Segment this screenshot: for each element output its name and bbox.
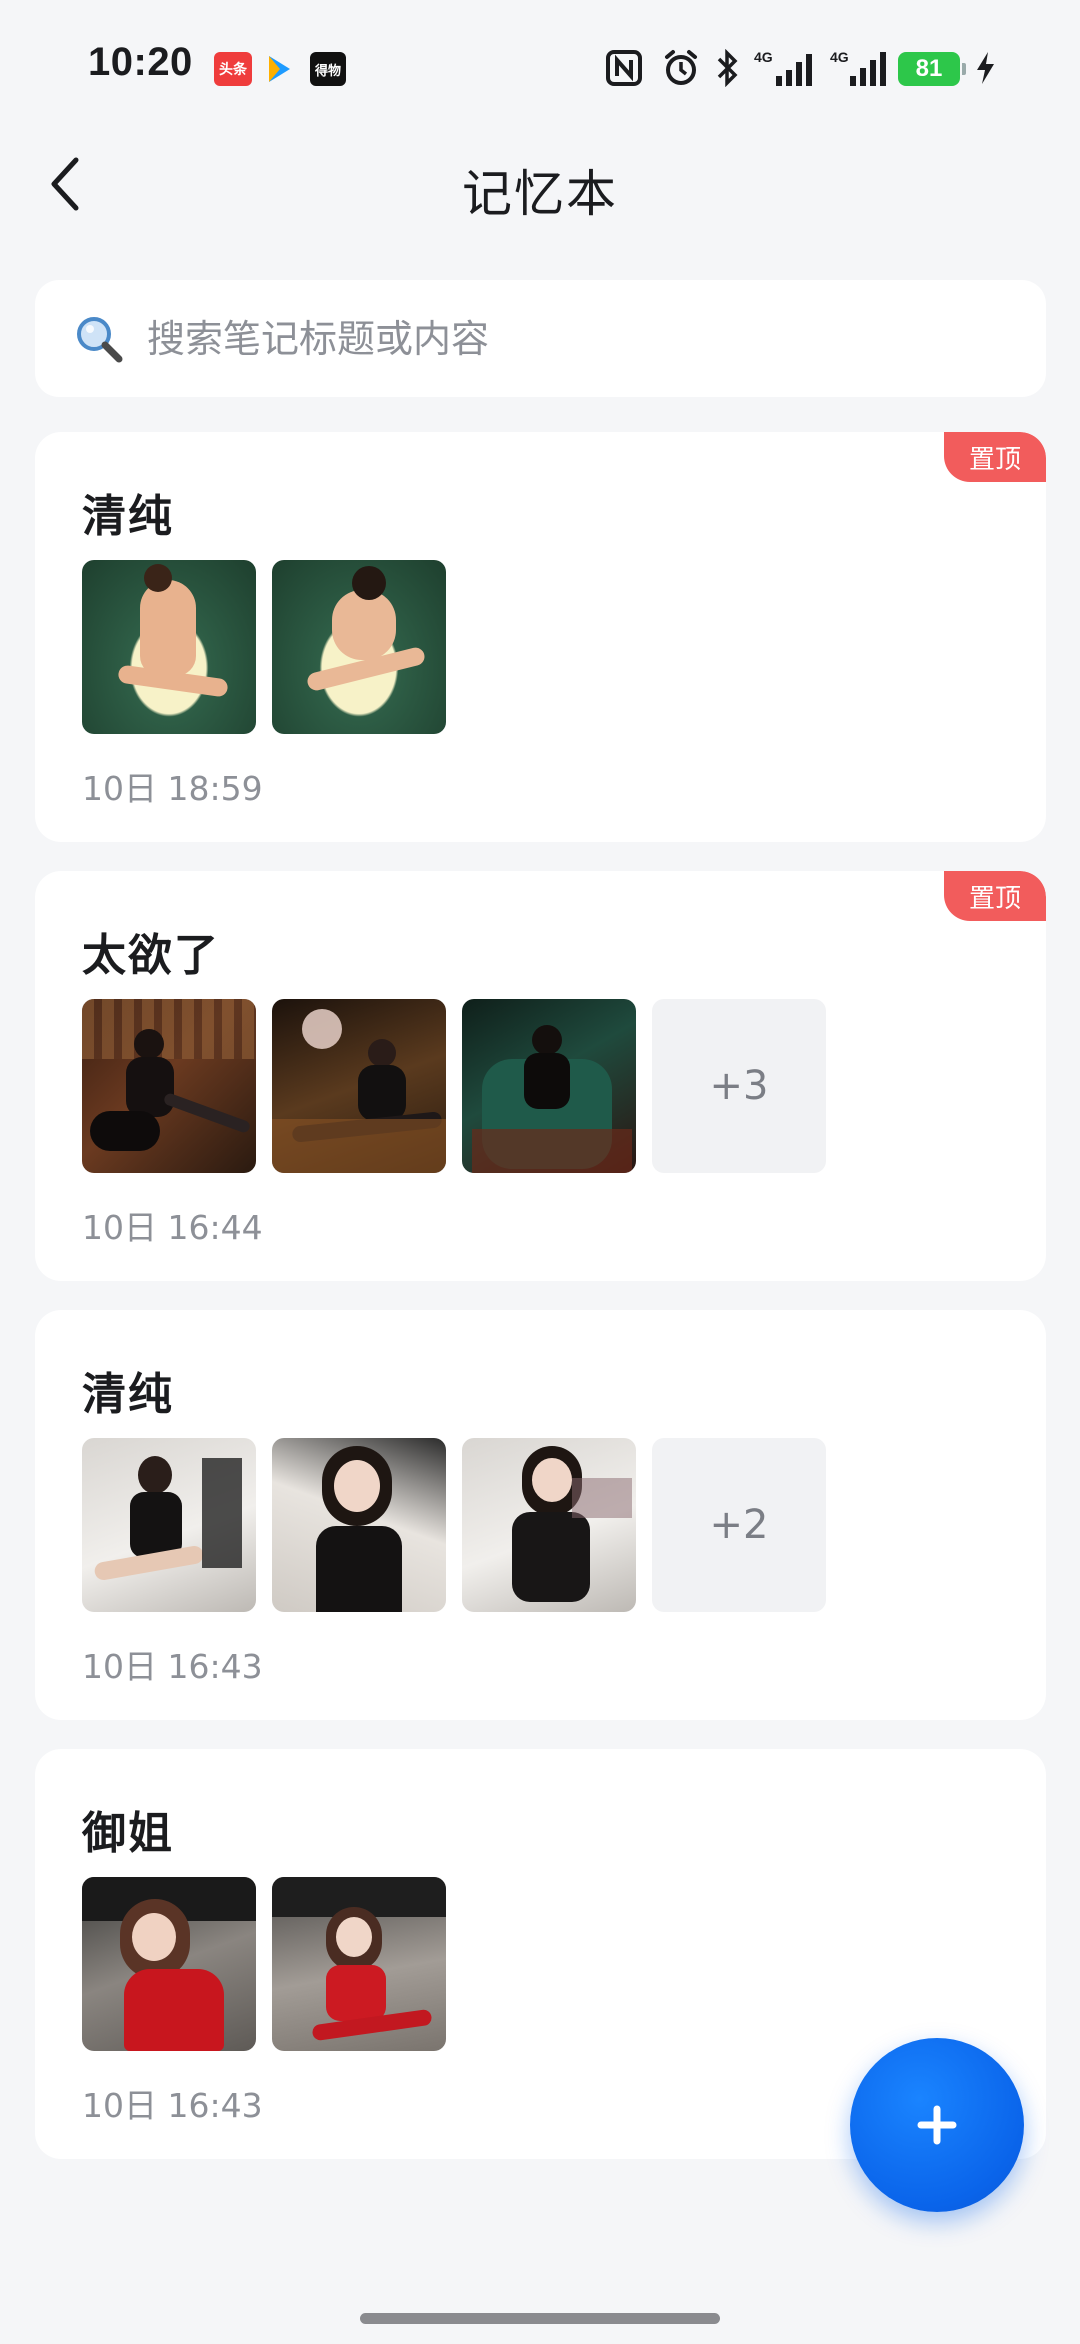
note-image[interactable] [82, 999, 256, 1173]
note-timestamp: 10日 16:43 [82, 1647, 263, 1686]
battery-icon: 81 [898, 52, 966, 86]
note-image[interactable] [272, 560, 446, 734]
more-images-button[interactable]: +3 [652, 999, 826, 1173]
more-images-button[interactable]: +2 [652, 1438, 826, 1612]
search-icon [71, 311, 127, 367]
signal-4g-icon-2: 4G [830, 48, 888, 88]
signal-4g-icon: 4G [752, 48, 818, 88]
pinned-badge: 置顶 [944, 432, 1046, 482]
note-card[interactable]: 置顶 太欲了 +3 10日 16:44 [35, 871, 1046, 1281]
note-image[interactable] [272, 1438, 446, 1612]
dewu-app-icon: 得物 [310, 52, 346, 86]
note-card[interactable]: 清纯 +2 10日 16:43 [35, 1310, 1046, 1720]
app-header: 记忆本 [0, 140, 1080, 230]
note-thumbnails [82, 1877, 462, 2051]
alarm-icon [660, 48, 702, 88]
note-title: 太欲了 [82, 930, 220, 981]
note-thumbnails: +2 [82, 1438, 842, 1612]
note-title: 御姐 [82, 1808, 174, 1859]
add-note-button[interactable] [850, 2038, 1024, 2212]
search-bar[interactable] [35, 280, 1046, 397]
note-thumbnails [82, 560, 462, 734]
note-image[interactable] [462, 1438, 636, 1612]
toutiao-app-icon: 头条 [214, 52, 252, 86]
note-image[interactable] [462, 999, 636, 1173]
plus-icon [917, 2105, 957, 2145]
note-image[interactable] [272, 999, 446, 1173]
note-timestamp: 10日 18:59 [82, 769, 263, 808]
svg-text:4G: 4G [830, 49, 849, 65]
nfc-icon [604, 48, 644, 88]
svg-text:4G: 4G [754, 49, 773, 65]
note-thumbnails: +3 [82, 999, 842, 1173]
note-image[interactable] [82, 1438, 256, 1612]
pinned-badge: 置顶 [944, 871, 1046, 921]
home-indicator[interactable] [360, 2313, 720, 2324]
status-bar: 10:20 头条 得物 4G 4G 81 [0, 0, 1080, 130]
note-image[interactable] [82, 1877, 256, 2051]
note-image[interactable] [82, 560, 256, 734]
status-time: 10:20 [88, 40, 193, 84]
search-input[interactable] [145, 315, 965, 362]
note-image[interactable] [272, 1877, 446, 2051]
note-timestamp: 10日 16:44 [82, 1208, 263, 1247]
note-card[interactable]: 置顶 清纯 10日 18:59 [35, 432, 1046, 842]
play-app-icon [264, 52, 294, 86]
bluetooth-icon [712, 48, 742, 88]
note-timestamp: 10日 16:43 [82, 2086, 263, 2125]
note-title: 清纯 [82, 1369, 174, 1420]
note-title: 清纯 [82, 491, 174, 542]
page-title: 记忆本 [462, 165, 618, 223]
charging-icon [970, 48, 1000, 88]
